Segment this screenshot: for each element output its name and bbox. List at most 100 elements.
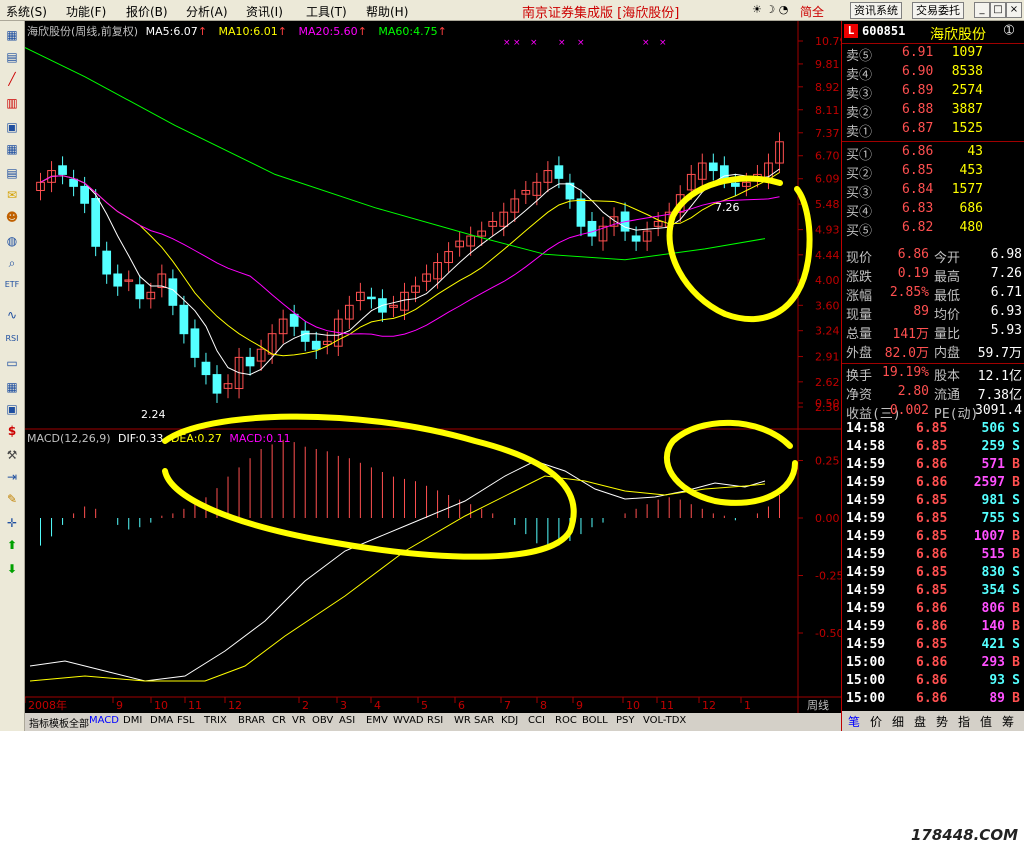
side-tab[interactable]: 笔: [848, 713, 860, 730]
indicator-tab[interactable]: TRIX: [204, 715, 227, 726]
indicator-tab[interactable]: 模板: [49, 715, 69, 730]
indicator-tab[interactable]: RSI: [427, 715, 443, 726]
dollar-icon[interactable]: $: [4, 423, 20, 439]
stat-value: 7.26: [990, 266, 1022, 281]
macd-lines: [29, 460, 766, 682]
info-system-button[interactable]: 资讯系统: [850, 2, 902, 19]
indicator-tab[interactable]: EMV: [366, 715, 388, 726]
chart-area[interactable]: 10.79 9.81 8.92 8.11 7.37 6.70 6.09 5.48 4.93 4.4…: [25, 21, 841, 714]
level-badge: L: [844, 24, 858, 38]
side-tab[interactable]: 指: [958, 713, 970, 730]
mail-icon[interactable]: ✉: [4, 187, 20, 203]
indicator-tab[interactable]: PSY: [616, 715, 635, 726]
tick-side: B: [1012, 601, 1020, 616]
pencil-icon[interactable]: ✎: [4, 491, 20, 507]
trade-button[interactable]: 交易委托: [912, 2, 964, 19]
etf-icon[interactable]: ETF: [4, 277, 20, 293]
price-tick-label: 8.11: [815, 104, 840, 117]
indicator-tab[interactable]: SAR: [474, 715, 494, 726]
price-tick-label: 7.37: [815, 127, 840, 140]
menu-info[interactable]: 资讯(I): [246, 3, 283, 20]
time-tick-label: 10: [626, 699, 640, 712]
indicator-tab[interactable]: BOLL: [582, 715, 608, 726]
side-tab[interactable]: 势: [936, 713, 948, 730]
tick-time: 14:59: [846, 637, 886, 652]
close-icon[interactable]: ×: [1006, 2, 1022, 18]
side-tab[interactable]: 价: [870, 713, 882, 730]
kline-icon[interactable]: ▥: [4, 95, 20, 111]
price-tick-label: 4.44: [815, 249, 840, 262]
indicator-tab[interactable]: CCI: [528, 715, 545, 726]
tick-time: 15:00: [846, 673, 886, 688]
menu-system[interactable]: 系统(S): [6, 3, 47, 20]
menu-quote[interactable]: 报价(B): [126, 3, 168, 20]
calc-icon[interactable]: ▦: [4, 379, 20, 395]
ma10-line: [40, 172, 780, 357]
indicator-tab[interactable]: CR: [272, 715, 286, 726]
indicator-tab[interactable]: WR: [454, 715, 471, 726]
side-tab[interactable]: 筹: [1002, 713, 1014, 730]
indicator-tab[interactable]: ROC: [555, 715, 577, 726]
wrench-icon[interactable]: ⚒: [4, 447, 20, 463]
indicator-tab[interactable]: VR: [292, 715, 306, 726]
stat-value: 7.38亿: [977, 388, 1022, 403]
wave-icon[interactable]: ∿: [4, 307, 20, 323]
indicator-tab[interactable]: DMI: [123, 715, 142, 726]
indicator-tab[interactable]: KDJ: [501, 715, 518, 726]
indicator-tab[interactable]: OBV: [312, 715, 333, 726]
side-tab[interactable]: 细: [892, 713, 904, 730]
menu-function[interactable]: 功能(F): [66, 3, 106, 20]
info-circle-icon[interactable]: ➀: [1004, 23, 1014, 37]
indicator-tab[interactable]: 全部: [69, 715, 89, 730]
order-volume: 1525: [951, 121, 983, 136]
line-chart-icon[interactable]: ╱: [4, 71, 20, 87]
indicator-tab[interactable]: ASI: [339, 715, 355, 726]
side-tab[interactable]: 值: [980, 713, 992, 730]
candle-body: [367, 296, 376, 300]
price-tick-label: 8.92: [815, 81, 840, 94]
arrow-up-icon[interactable]: ⬆: [4, 537, 20, 553]
table-icon[interactable]: ▦: [4, 141, 20, 157]
indicator-tab[interactable]: WVAD: [393, 715, 424, 726]
indicator-tab[interactable]: 指标: [29, 715, 49, 730]
weather-icons[interactable]: ☀ ☽ ◔: [752, 3, 788, 16]
menu-help[interactable]: 帮助(H): [366, 3, 408, 20]
stock-code: 600851: [862, 24, 906, 38]
quick-label[interactable]: 简全: [800, 3, 824, 20]
menu-tools[interactable]: 工具(T): [306, 3, 347, 20]
order-level: 买③: [846, 186, 873, 201]
indicator-tab[interactable]: MACD: [89, 715, 119, 726]
report-icon[interactable]: ▣: [4, 119, 20, 135]
tick-side: B: [1012, 475, 1020, 490]
time-tick-label: 3: [340, 699, 347, 712]
macd-tick-label: 0.25: [815, 455, 840, 468]
side-tab[interactable]: 盘: [914, 713, 926, 730]
indicator-tab[interactable]: BRAR: [238, 715, 265, 726]
export-icon[interactable]: ⇥: [4, 469, 20, 485]
chart-canvas[interactable]: 10.79 9.81 8.92 8.11 7.37 6.70 6.09 5.48 4.93 4.4…: [25, 21, 841, 714]
document-icon[interactable]: ▤: [4, 165, 20, 181]
tick-side: S: [1012, 421, 1020, 436]
list-icon[interactable]: ▤: [4, 49, 20, 65]
low-price-label: 2.24: [141, 408, 166, 421]
panel-icon[interactable]: ▣: [4, 401, 20, 417]
rsi-icon[interactable]: RSI: [4, 331, 20, 347]
globe-icon[interactable]: ◍: [4, 233, 20, 249]
arrow-cross-icon[interactable]: ✛: [4, 515, 20, 531]
users-icon[interactable]: ☻: [4, 209, 20, 225]
indicator-tab[interactable]: VOL-TDX: [643, 715, 686, 726]
price-axis: 10.79 9.81 8.92 8.11 7.37 6.70 6.09 5.48 4.93 4.4…: [798, 35, 841, 414]
tick-volume: 830: [981, 565, 1005, 580]
indicator-tab[interactable]: FSL: [177, 715, 195, 726]
indicator-tab[interactable]: DMA: [150, 715, 173, 726]
arrow-down-icon[interactable]: ⬇: [4, 561, 20, 577]
menu-analysis[interactable]: 分析(A): [186, 3, 228, 20]
minimize-icon[interactable]: _: [974, 2, 990, 18]
restore-icon[interactable]: □: [990, 2, 1006, 18]
order-book-row: 卖④ 6.90 8538: [842, 64, 1024, 83]
price-tick-label: 3.60: [815, 299, 840, 312]
window-icon[interactable]: ▭: [4, 355, 20, 371]
candle-body: [576, 198, 586, 227]
search-icon[interactable]: ⌕: [4, 255, 20, 271]
grid-icon[interactable]: ▦: [4, 27, 20, 43]
